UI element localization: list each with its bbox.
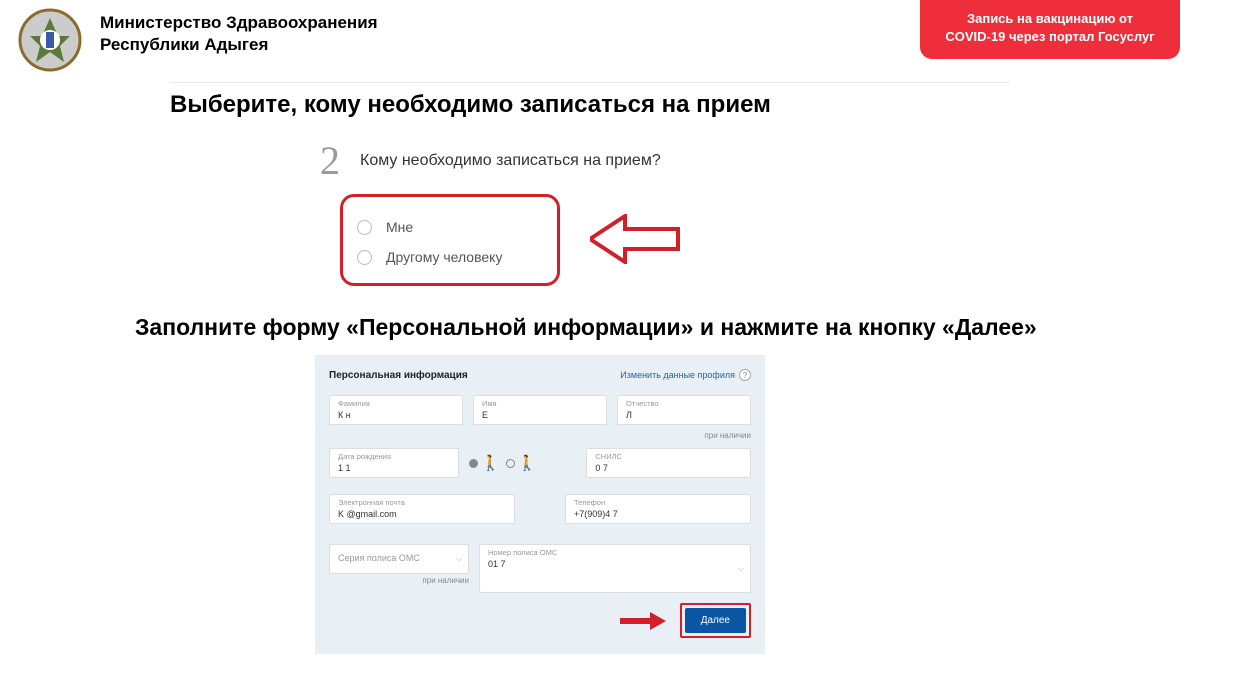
radio-icon bbox=[357, 250, 372, 265]
field-label: Дата рождения bbox=[338, 453, 450, 461]
chevron-down-icon: ⌵ bbox=[738, 564, 744, 574]
field-placeholder: Серия полиса ОМС bbox=[338, 553, 460, 563]
female-icon: 🚶 bbox=[518, 454, 537, 472]
field-label: Отчество bbox=[626, 400, 742, 408]
chevron-down-icon: ⌵ bbox=[456, 554, 462, 564]
emblem-icon bbox=[18, 8, 82, 72]
note-optional: при наличии bbox=[329, 431, 751, 440]
ministry-title: Министерство Здравоохранения Республики … bbox=[100, 12, 378, 56]
edit-profile-link[interactable]: Изменить данные профиля ? bbox=[620, 369, 751, 381]
phone-field[interactable]: Телефон +7(909)4 7 bbox=[565, 494, 751, 524]
patronymic-field[interactable]: Отчество Л bbox=[617, 395, 751, 425]
next-button-highlight: Далее bbox=[680, 603, 751, 638]
step-question: Кому необходимо записаться на прием? bbox=[360, 152, 661, 170]
radio-option-me[interactable]: Мне bbox=[357, 219, 543, 235]
field-value: 0 7 bbox=[595, 463, 742, 473]
snils-field[interactable]: СНИЛС 0 7 bbox=[586, 448, 751, 478]
gender-male[interactable]: 🚶 bbox=[469, 454, 500, 472]
radio-option-other[interactable]: Другому человеку bbox=[357, 249, 543, 265]
info-icon: ? bbox=[739, 369, 751, 381]
field-label: Имя bbox=[482, 400, 598, 408]
personal-info-panel: Персональная информация Изменить данные … bbox=[315, 355, 765, 654]
field-label: СНИЛС bbox=[595, 453, 742, 461]
field-label: Номер полиса ОМС bbox=[488, 549, 742, 557]
note-optional: при наличии bbox=[329, 576, 469, 585]
step-question-row: 2 Кому необходимо записаться на прием? bbox=[320, 137, 1240, 184]
field-label: Электронная почта bbox=[338, 499, 506, 507]
field-value: К н bbox=[338, 410, 454, 420]
next-button[interactable]: Далее bbox=[685, 608, 746, 633]
field-label: Фамилия bbox=[338, 400, 454, 408]
recipient-radio-group: Мне Другому человеку bbox=[340, 194, 560, 286]
email-field[interactable]: Электронная почта K @gmail.com bbox=[329, 494, 515, 524]
next-button-label: Далее bbox=[701, 615, 730, 626]
name-field[interactable]: Имя Е bbox=[473, 395, 607, 425]
ribbon-banner: Запись на вакцинацию от COVID-19 через п… bbox=[920, 0, 1180, 59]
field-value: Л bbox=[626, 410, 742, 420]
field-value: 01 7 bbox=[488, 559, 742, 569]
gender-female[interactable]: 🚶 bbox=[506, 454, 537, 472]
annotation-arrow-right-icon bbox=[618, 610, 668, 632]
radio-label: Другому человеку bbox=[386, 249, 502, 265]
radio-icon bbox=[357, 220, 372, 235]
field-value: +7(909)4 7 bbox=[574, 509, 742, 519]
ribbon-line2: COVID-19 через портал Госуслуг bbox=[932, 28, 1168, 46]
ministry-line2: Республики Адыгея bbox=[100, 34, 378, 56]
field-value: K @gmail.com bbox=[338, 509, 506, 519]
step-heading: Выберите, кому необходимо записаться на … bbox=[170, 91, 1240, 119]
male-icon: 🚶 bbox=[481, 454, 500, 472]
dob-field[interactable]: Дата рождения 1 1 bbox=[329, 448, 459, 478]
field-value: Е bbox=[482, 410, 598, 420]
gender-selector[interactable]: 🚶 🚶 bbox=[469, 448, 536, 478]
edit-link-text: Изменить данные профиля bbox=[620, 370, 735, 380]
field-value: 1 1 bbox=[338, 463, 450, 473]
ministry-line1: Министерство Здравоохранения bbox=[100, 12, 378, 34]
radio-icon bbox=[469, 459, 478, 468]
step-number: 2 bbox=[320, 137, 340, 184]
oms-series-field[interactable]: Серия полиса ОМС ⌵ bbox=[329, 544, 469, 574]
ribbon-line1: Запись на вакцинацию от bbox=[932, 10, 1168, 28]
radio-icon bbox=[506, 459, 515, 468]
surname-field[interactable]: Фамилия К н bbox=[329, 395, 463, 425]
annotation-arrow-left-icon bbox=[590, 214, 680, 264]
oms-number-field[interactable]: Номер полиса ОМС 01 7 ⌵ bbox=[479, 544, 751, 593]
radio-label: Мне bbox=[386, 219, 413, 235]
instruction-fill-form: Заполните форму «Персональной информации… bbox=[135, 314, 1240, 341]
divider bbox=[170, 82, 1010, 83]
field-label: Телефон bbox=[574, 499, 742, 507]
panel-title: Персональная информация bbox=[329, 370, 468, 381]
